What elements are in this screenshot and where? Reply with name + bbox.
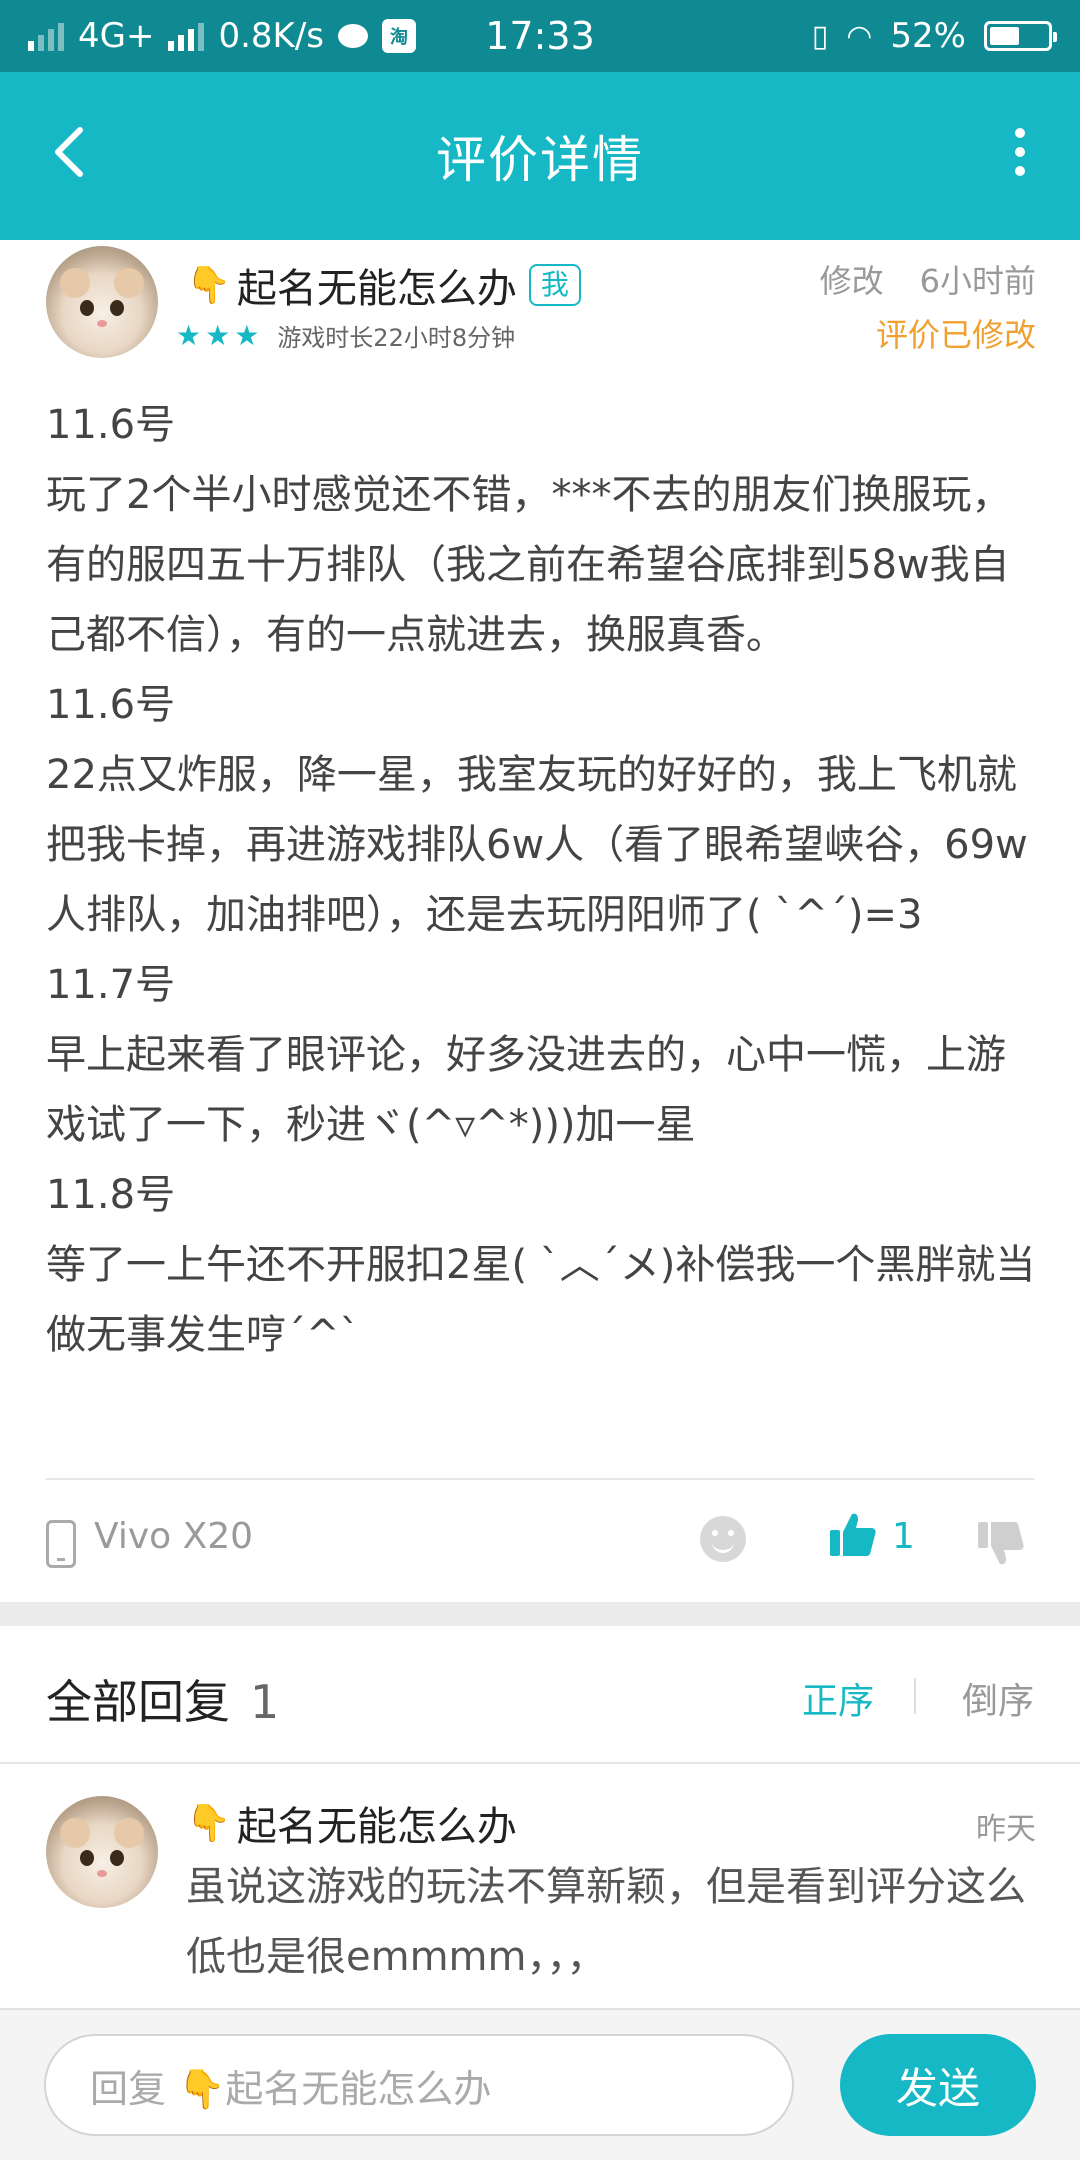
sort-descending-button[interactable]: 倒序 bbox=[962, 1672, 1034, 1724]
app-bar: 评价详情 bbox=[0, 72, 1080, 240]
review-meta: ★★★ 游戏时长22小时8分钟 bbox=[176, 318, 515, 353]
network-type: 4G+ bbox=[78, 16, 155, 56]
sort-separator bbox=[914, 1678, 916, 1714]
section-separator bbox=[0, 1602, 1080, 1626]
edit-link[interactable]: 修改 bbox=[820, 262, 884, 300]
divider bbox=[0, 1762, 1080, 1764]
replies-title-text: 全部回复 bbox=[46, 1675, 230, 1729]
me-badge: 我 bbox=[528, 264, 581, 306]
taobao-icon: 淘 bbox=[382, 19, 417, 53]
reply-user-name-text: 起名无能怎么办 bbox=[236, 1804, 517, 1850]
review-time: 6小时前 bbox=[919, 262, 1036, 300]
message-icon bbox=[338, 24, 369, 48]
back-arrow-icon[interactable] bbox=[44, 122, 104, 182]
review-body: 11.6号 玩了2个半小时感觉还不错，***不去的朋友们换服玩，有的服四五十万排… bbox=[46, 402, 1036, 1358]
reply-bar: 回复 👇起名无能怎么办 发送 bbox=[0, 2008, 1080, 2160]
vibrate-icon: ▯ bbox=[811, 18, 829, 54]
reply-time: 昨天 bbox=[976, 1812, 1036, 1847]
modified-label: 评价已修改 bbox=[875, 316, 1036, 354]
reply-user-name[interactable]: 👇 起名无能怎么办 bbox=[186, 1794, 517, 1852]
battery-fill bbox=[990, 27, 1019, 45]
avatar[interactable] bbox=[46, 246, 158, 358]
replies-title: 全部回复 1 bbox=[46, 1666, 279, 1732]
signal-icon-2 bbox=[168, 21, 205, 51]
status-time: 17:33 bbox=[485, 14, 595, 58]
more-options-icon[interactable] bbox=[1000, 122, 1040, 182]
signal-icon bbox=[28, 21, 64, 51]
divider bbox=[46, 1478, 1034, 1480]
reply-body: 虽说这游戏的玩法不算新颖，但是看到评分这么低也是很emmmm，，， bbox=[186, 1864, 1026, 1980]
review-user-name[interactable]: 👇 起名无能怎么办 我 bbox=[186, 256, 581, 314]
status-bar: 4G+ 0.8K/s 淘 17:33 ▯ ◠ 52% bbox=[0, 0, 1080, 72]
play-time: 游戏时长22小时8分钟 bbox=[277, 324, 516, 352]
device-name: Vivo X20 bbox=[94, 1516, 254, 1557]
review-edit-row: 修改 6小时前 bbox=[820, 256, 1036, 302]
avatar[interactable] bbox=[46, 1796, 158, 1908]
battery-icon bbox=[984, 21, 1057, 51]
review-footer: Vivo X20 1 bbox=[0, 1496, 1080, 1586]
send-button[interactable]: 发送 bbox=[840, 2034, 1036, 2136]
status-bar-left: 4G+ 0.8K/s 淘 bbox=[28, 16, 448, 56]
wifi-icon: ◠ bbox=[846, 18, 873, 54]
reply-input[interactable]: 回复 👇起名无能怎么办 bbox=[44, 2034, 794, 2136]
thumbs-up-icon[interactable] bbox=[828, 1510, 878, 1560]
thumbs-down-icon[interactable] bbox=[976, 1518, 1026, 1568]
status-bar-right: ▯ ◠ 52% bbox=[632, 16, 1057, 56]
phone-icon bbox=[46, 1520, 76, 1568]
page-title: 评价详情 bbox=[436, 131, 644, 189]
user-name-text: 起名无能怎么办 bbox=[236, 266, 517, 312]
like-count: 1 bbox=[892, 1516, 915, 1557]
battery-percent: 52% bbox=[890, 16, 966, 56]
replies-count: 1 bbox=[250, 1675, 280, 1729]
emoji-icon[interactable] bbox=[700, 1516, 746, 1562]
network-speed: 0.8K/s bbox=[218, 16, 325, 56]
star-rating: ★★★ bbox=[176, 319, 264, 352]
pointing-hand-icon: 👇 bbox=[186, 265, 231, 306]
sort-ascending-button[interactable]: 正序 bbox=[802, 1672, 874, 1724]
pointing-hand-icon: 👇 bbox=[186, 1803, 231, 1844]
replies-header: 全部回复 1 正序 倒序 bbox=[0, 1626, 1080, 1762]
